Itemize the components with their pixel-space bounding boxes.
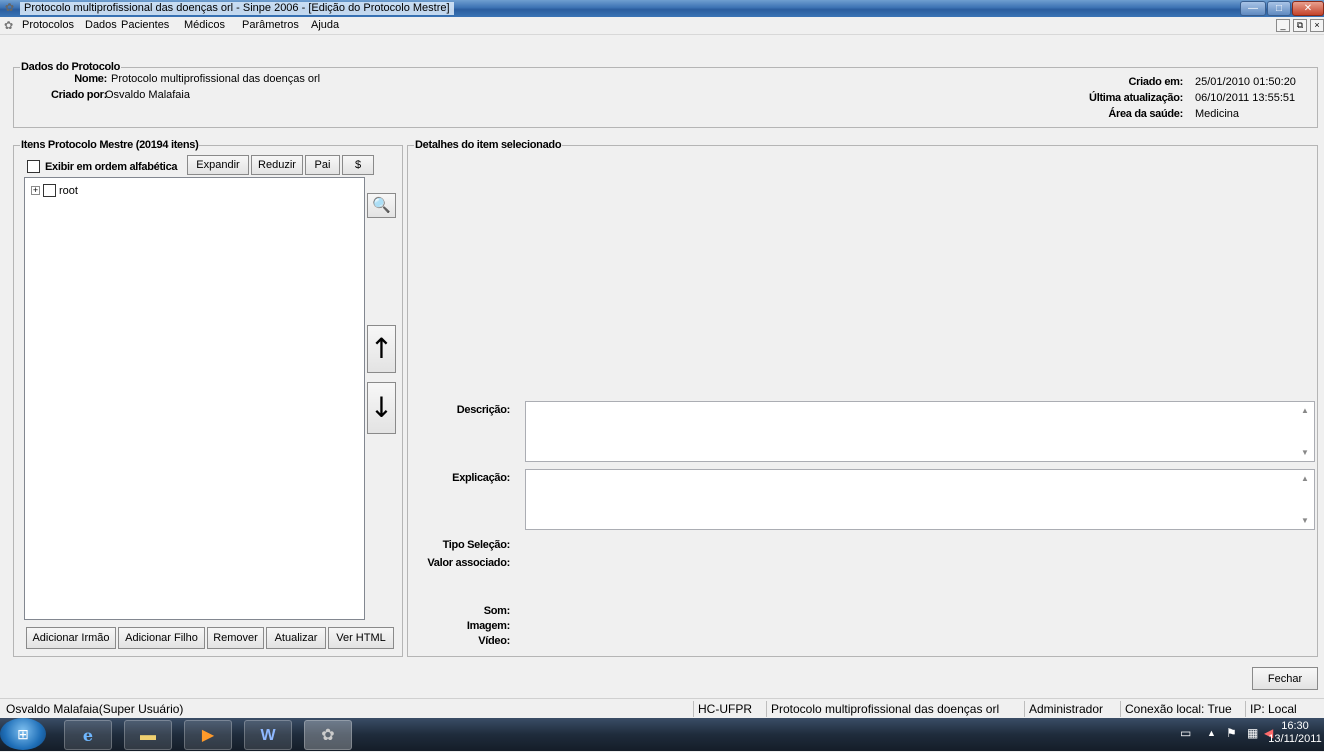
mdi-minimize-button[interactable]: _ [1276,19,1290,32]
status-user: Osvaldo Malafaia(Super Usuário) [6,702,184,716]
internet-explorer-icon: e [82,726,94,745]
minimize-button[interactable]: — [1240,1,1266,16]
expand-button[interactable]: Expandir [187,155,249,175]
move-down-button[interactable]: ↓ [367,382,396,434]
alpha-order-label: Exibir em ordem alfabética [45,160,178,173]
taskbar-word[interactable]: W [244,720,292,750]
close-button[interactable]: Fechar [1252,667,1318,690]
media-player-icon: ▶ [201,727,215,744]
sound-label: Som: [483,605,511,617]
tree-node-label: root [59,184,78,197]
items-tree[interactable]: + root [24,177,365,620]
menu-dados[interactable]: Dados [85,19,117,31]
selection-type-label: Tipo Seleção: [442,539,511,551]
taskbar-ie[interactable]: e [64,720,112,750]
reduce-button[interactable]: Reduzir [251,155,303,175]
description-scrollbar[interactable]: ▲ ▼ [1297,402,1314,461]
menu-medicos[interactable]: Médicos [184,19,225,31]
status-protocol: Protocolo multiprofissional das doenças … [766,701,999,717]
name-value: Protocolo multiprofissional das doenças … [111,73,321,85]
mdi-close-button[interactable]: × [1310,19,1324,32]
mdi-child-icon: ✿ [4,20,14,32]
menu-ajuda[interactable]: Ajuda [311,19,339,31]
maximize-button[interactable]: □ [1267,1,1291,16]
word-icon: W [260,727,276,744]
close-window-button[interactable]: ✕ [1292,1,1324,16]
menu-bar: ✿ Protocolos Dados Pacientes Médicos Par… [0,17,1324,35]
mdi-restore-button[interactable]: ⧉ [1293,19,1307,32]
alpha-order-option[interactable]: Exibir em ordem alfabética [27,160,178,173]
sinpe-app-icon: ✿ [321,727,335,744]
network-tray-icon[interactable]: ▦ [1247,726,1258,740]
description-textarea[interactable]: ▲ ▼ [525,401,1315,462]
name-label: Nome: [74,73,107,85]
items-legend: Itens Protocolo Mestre (20194 itens) [20,139,200,151]
dollar-button[interactable]: $ [342,155,374,175]
status-org: HC-UFPR [693,701,752,717]
created-at-label: Criado em: [1128,76,1184,88]
status-bar: Osvaldo Malafaia(Super Usuário) HC-UFPR … [0,698,1324,718]
protocol-data-legend: Dados do Protocolo [20,61,122,73]
add-sibling-button[interactable]: Adicionar Irmão [26,627,116,649]
keyboard-tray-icon[interactable]: ▭ [1180,726,1191,740]
updated-value: 06/10/2011 13:55:51 [1195,92,1296,104]
details-legend: Detalhes do item selecionado [414,139,563,151]
show-hidden-icons-icon[interactable]: ▲ [1207,728,1216,738]
tree-node-root[interactable]: + root [31,184,78,197]
taskbar-explorer[interactable]: ▬ [124,720,172,750]
explanation-textarea[interactable]: ▲ ▼ [525,469,1315,530]
created-at-value: 25/01/2010 01:50:20 [1195,76,1296,88]
taskbar: ⊞ e ▬ ▶ W ✿ ▭ ▲ ⚑ ▦ ◀ 16:30 13/11/2011 [0,718,1324,751]
created-by-value: Osvaldo Malafaia [105,89,190,101]
area-label: Área da saúde: [1108,108,1183,120]
updated-label: Última atualização: [1089,92,1183,104]
description-label: Descrição: [456,404,511,416]
explanation-scrollbar[interactable]: ▲ ▼ [1297,470,1314,529]
menu-parametros[interactable]: Parâmetros [242,19,299,31]
status-role: Administrador [1024,701,1103,717]
arrow-down-icon: ↓ [369,391,394,424]
associated-value-label: Valor associado: [427,557,510,569]
clock[interactable]: 16:30 13/11/2011 [1268,720,1322,746]
app-icon: ✿ [4,2,15,14]
status-connection: Conexão local: True [1120,701,1232,717]
explanation-label: Explicação: [452,472,510,484]
protocol-data-group: Dados do Protocolo Nome: Protocolo multi… [13,61,1318,128]
arrow-up-icon: ↑ [369,332,394,365]
title-bar: ✿ Protocolo multiprofissional das doença… [0,0,1324,17]
area-value: Medicina [1195,108,1240,120]
taskbar-sinpe[interactable]: ✿ [304,720,352,750]
windows-logo-icon: ⊞ [17,726,29,742]
video-label: Vídeo: [478,635,510,647]
menu-pacientes[interactable]: Pacientes [121,19,169,31]
add-child-button[interactable]: Adicionar Filho [118,627,205,649]
status-ip: IP: Local [1245,701,1297,717]
parent-button[interactable]: Pai [305,155,340,175]
start-button[interactable]: ⊞ [0,718,46,750]
remove-button[interactable]: Remover [207,627,264,649]
clock-date: 13/11/2011 [1268,733,1322,745]
update-button[interactable]: Atualizar [266,627,326,649]
taskbar-media-player[interactable]: ▶ [184,720,232,750]
created-by-label: Criado por: [51,89,107,101]
menu-protocolos[interactable]: Protocolos [22,19,74,31]
search-button[interactable]: 🔍 [367,193,396,218]
action-center-flag-icon[interactable]: ⚑ [1226,726,1237,740]
expand-node-icon[interactable]: + [31,186,40,195]
image-label: Imagem: [466,620,510,632]
node-checkbox[interactable] [43,184,56,197]
view-html-button[interactable]: Ver HTML [328,627,394,649]
clock-time: 16:30 [1281,720,1309,732]
window-title: Protocolo multiprofissional das doenças … [20,2,454,15]
alpha-order-checkbox[interactable] [27,160,40,173]
magnifier-icon: 🔍 [372,196,391,214]
folder-icon: ▬ [140,727,156,744]
move-up-button[interactable]: ↑ [367,325,396,373]
